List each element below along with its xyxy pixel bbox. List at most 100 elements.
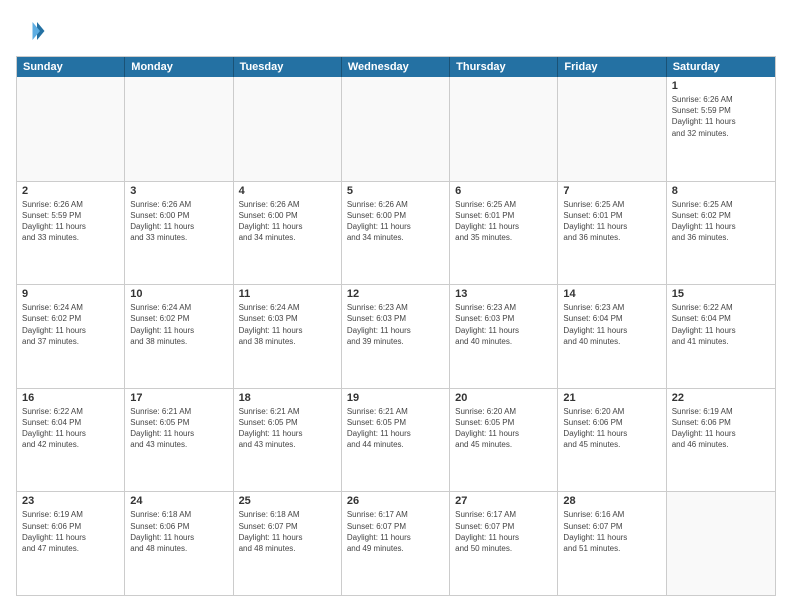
- day-number: 23: [22, 495, 119, 507]
- calendar-cell: 28 Sunrise: 6:16 AM Sunset: 6:07 PM Dayli…: [558, 492, 666, 595]
- day-info: Sunrise: 6:23 AM Sunset: 6:04 PM Dayligh…: [563, 302, 660, 347]
- logo-icon: [16, 16, 46, 46]
- day-info: Sunrise: 6:25 AM Sunset: 6:01 PM Dayligh…: [563, 199, 660, 244]
- calendar-row: 1 Sunrise: 6:26 AM Sunset: 5:59 PM Daylig…: [17, 77, 775, 181]
- calendar-cell: 20 Sunrise: 6:20 AM Sunset: 6:05 PM Dayli…: [450, 389, 558, 492]
- day-number: 19: [347, 392, 444, 404]
- day-info: Sunrise: 6:26 AM Sunset: 6:00 PM Dayligh…: [347, 199, 444, 244]
- day-info: Sunrise: 6:26 AM Sunset: 6:00 PM Dayligh…: [239, 199, 336, 244]
- calendar-row: 9 Sunrise: 6:24 AM Sunset: 6:02 PM Daylig…: [17, 284, 775, 388]
- day-number: 2: [22, 185, 119, 197]
- weekday-header: Saturday: [667, 57, 775, 77]
- day-info: Sunrise: 6:25 AM Sunset: 6:02 PM Dayligh…: [672, 199, 770, 244]
- calendar-body: 1 Sunrise: 6:26 AM Sunset: 5:59 PM Daylig…: [17, 77, 775, 595]
- day-info: Sunrise: 6:22 AM Sunset: 6:04 PM Dayligh…: [22, 406, 119, 451]
- calendar-cell: 6 Sunrise: 6:25 AM Sunset: 6:01 PM Daylig…: [450, 182, 558, 285]
- weekday-header: Thursday: [450, 57, 558, 77]
- calendar-cell: 12 Sunrise: 6:23 AM Sunset: 6:03 PM Dayli…: [342, 285, 450, 388]
- day-number: 18: [239, 392, 336, 404]
- day-info: Sunrise: 6:17 AM Sunset: 6:07 PM Dayligh…: [347, 509, 444, 554]
- day-number: 5: [347, 185, 444, 197]
- calendar: SundayMondayTuesdayWednesdayThursdayFrid…: [16, 56, 776, 596]
- day-info: Sunrise: 6:20 AM Sunset: 6:06 PM Dayligh…: [563, 406, 660, 451]
- day-number: 24: [130, 495, 227, 507]
- day-info: Sunrise: 6:23 AM Sunset: 6:03 PM Dayligh…: [347, 302, 444, 347]
- calendar-cell: 21 Sunrise: 6:20 AM Sunset: 6:06 PM Dayli…: [558, 389, 666, 492]
- day-number: 20: [455, 392, 552, 404]
- day-number: 6: [455, 185, 552, 197]
- day-info: Sunrise: 6:24 AM Sunset: 6:02 PM Dayligh…: [22, 302, 119, 347]
- calendar-header: SundayMondayTuesdayWednesdayThursdayFrid…: [17, 57, 775, 77]
- calendar-cell: 4 Sunrise: 6:26 AM Sunset: 6:00 PM Daylig…: [234, 182, 342, 285]
- weekday-header: Friday: [558, 57, 666, 77]
- calendar-cell: [667, 492, 775, 595]
- day-info: Sunrise: 6:22 AM Sunset: 6:04 PM Dayligh…: [672, 302, 770, 347]
- weekday-header: Tuesday: [234, 57, 342, 77]
- calendar-cell: 16 Sunrise: 6:22 AM Sunset: 6:04 PM Dayli…: [17, 389, 125, 492]
- calendar-cell: 15 Sunrise: 6:22 AM Sunset: 6:04 PM Dayli…: [667, 285, 775, 388]
- calendar-cell: 22 Sunrise: 6:19 AM Sunset: 6:06 PM Dayli…: [667, 389, 775, 492]
- calendar-cell: 3 Sunrise: 6:26 AM Sunset: 6:00 PM Daylig…: [125, 182, 233, 285]
- calendar-cell: [342, 77, 450, 181]
- day-number: 14: [563, 288, 660, 300]
- calendar-cell: 13 Sunrise: 6:23 AM Sunset: 6:03 PM Dayli…: [450, 285, 558, 388]
- calendar-cell: 11 Sunrise: 6:24 AM Sunset: 6:03 PM Dayli…: [234, 285, 342, 388]
- day-number: 8: [672, 185, 770, 197]
- day-info: Sunrise: 6:21 AM Sunset: 6:05 PM Dayligh…: [347, 406, 444, 451]
- day-info: Sunrise: 6:21 AM Sunset: 6:05 PM Dayligh…: [130, 406, 227, 451]
- calendar-cell: 23 Sunrise: 6:19 AM Sunset: 6:06 PM Dayli…: [17, 492, 125, 595]
- day-number: 7: [563, 185, 660, 197]
- calendar-row: 16 Sunrise: 6:22 AM Sunset: 6:04 PM Dayli…: [17, 388, 775, 492]
- weekday-header: Wednesday: [342, 57, 450, 77]
- weekday-header: Sunday: [17, 57, 125, 77]
- day-info: Sunrise: 6:21 AM Sunset: 6:05 PM Dayligh…: [239, 406, 336, 451]
- day-number: 3: [130, 185, 227, 197]
- day-info: Sunrise: 6:26 AM Sunset: 6:00 PM Dayligh…: [130, 199, 227, 244]
- calendar-cell: [450, 77, 558, 181]
- calendar-cell: 14 Sunrise: 6:23 AM Sunset: 6:04 PM Dayli…: [558, 285, 666, 388]
- day-info: Sunrise: 6:25 AM Sunset: 6:01 PM Dayligh…: [455, 199, 552, 244]
- day-number: 16: [22, 392, 119, 404]
- day-number: 15: [672, 288, 770, 300]
- calendar-cell: 26 Sunrise: 6:17 AM Sunset: 6:07 PM Dayli…: [342, 492, 450, 595]
- day-info: Sunrise: 6:18 AM Sunset: 6:06 PM Dayligh…: [130, 509, 227, 554]
- calendar-cell: 24 Sunrise: 6:18 AM Sunset: 6:06 PM Dayli…: [125, 492, 233, 595]
- day-number: 26: [347, 495, 444, 507]
- day-info: Sunrise: 6:19 AM Sunset: 6:06 PM Dayligh…: [672, 406, 770, 451]
- day-number: 9: [22, 288, 119, 300]
- day-number: 4: [239, 185, 336, 197]
- calendar-cell: [234, 77, 342, 181]
- day-info: Sunrise: 6:19 AM Sunset: 6:06 PM Dayligh…: [22, 509, 119, 554]
- day-number: 1: [672, 80, 770, 92]
- calendar-cell: 8 Sunrise: 6:25 AM Sunset: 6:02 PM Daylig…: [667, 182, 775, 285]
- calendar-cell: 27 Sunrise: 6:17 AM Sunset: 6:07 PM Dayli…: [450, 492, 558, 595]
- day-info: Sunrise: 6:23 AM Sunset: 6:03 PM Dayligh…: [455, 302, 552, 347]
- calendar-cell: 17 Sunrise: 6:21 AM Sunset: 6:05 PM Dayli…: [125, 389, 233, 492]
- calendar-cell: 19 Sunrise: 6:21 AM Sunset: 6:05 PM Dayli…: [342, 389, 450, 492]
- day-number: 27: [455, 495, 552, 507]
- day-number: 12: [347, 288, 444, 300]
- calendar-cell: 7 Sunrise: 6:25 AM Sunset: 6:01 PM Daylig…: [558, 182, 666, 285]
- day-info: Sunrise: 6:17 AM Sunset: 6:07 PM Dayligh…: [455, 509, 552, 554]
- day-info: Sunrise: 6:26 AM Sunset: 5:59 PM Dayligh…: [22, 199, 119, 244]
- calendar-row: 23 Sunrise: 6:19 AM Sunset: 6:06 PM Dayli…: [17, 491, 775, 595]
- day-info: Sunrise: 6:18 AM Sunset: 6:07 PM Dayligh…: [239, 509, 336, 554]
- day-number: 13: [455, 288, 552, 300]
- day-info: Sunrise: 6:26 AM Sunset: 5:59 PM Dayligh…: [672, 94, 770, 139]
- day-info: Sunrise: 6:16 AM Sunset: 6:07 PM Dayligh…: [563, 509, 660, 554]
- day-info: Sunrise: 6:20 AM Sunset: 6:05 PM Dayligh…: [455, 406, 552, 451]
- day-info: Sunrise: 6:24 AM Sunset: 6:03 PM Dayligh…: [239, 302, 336, 347]
- day-number: 22: [672, 392, 770, 404]
- day-number: 10: [130, 288, 227, 300]
- calendar-cell: 5 Sunrise: 6:26 AM Sunset: 6:00 PM Daylig…: [342, 182, 450, 285]
- day-number: 11: [239, 288, 336, 300]
- header: [16, 16, 776, 46]
- day-info: Sunrise: 6:24 AM Sunset: 6:02 PM Dayligh…: [130, 302, 227, 347]
- calendar-row: 2 Sunrise: 6:26 AM Sunset: 5:59 PM Daylig…: [17, 181, 775, 285]
- day-number: 17: [130, 392, 227, 404]
- logo: [16, 16, 50, 46]
- day-number: 21: [563, 392, 660, 404]
- day-number: 28: [563, 495, 660, 507]
- calendar-cell: 2 Sunrise: 6:26 AM Sunset: 5:59 PM Daylig…: [17, 182, 125, 285]
- calendar-cell: 1 Sunrise: 6:26 AM Sunset: 5:59 PM Daylig…: [667, 77, 775, 181]
